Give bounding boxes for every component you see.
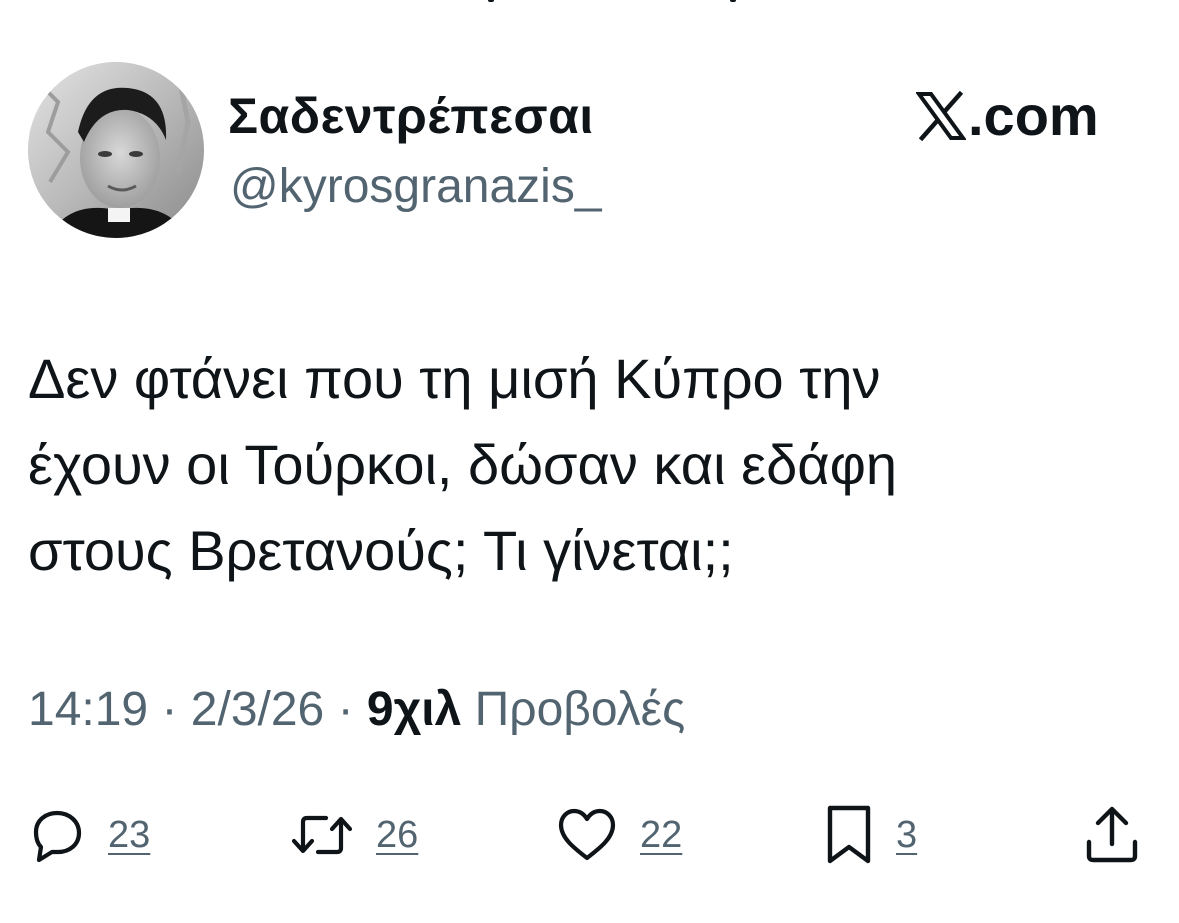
meta-separator: ·: [161, 683, 178, 736]
x-logo-icon: [916, 91, 966, 141]
tweet-text-line: έχουν οι Τούρκοι, δώσαν και εδάφη: [28, 433, 898, 496]
repost-button[interactable]: 26: [290, 800, 418, 870]
avatar-photo: [28, 62, 204, 238]
views-count: 9χιλ: [366, 683, 462, 736]
reply-count[interactable]: 23: [108, 814, 150, 857]
brand-label: .com: [916, 84, 1099, 148]
like-button[interactable]: 22: [556, 800, 682, 870]
tweet-meta: 14:19 · 2/3/26 · 9χιλ Προβολές: [28, 680, 685, 740]
bookmark-icon: [827, 805, 871, 864]
tweet-date[interactable]: 2/3/26: [191, 683, 324, 736]
display-name[interactable]: Σαδεντρέπεσαι: [228, 86, 594, 146]
share-button[interactable]: [1084, 800, 1140, 870]
brand-domain: .com: [968, 84, 1099, 147]
reply-button[interactable]: 23: [28, 800, 150, 870]
share-icon: [1086, 806, 1138, 863]
repost-count[interactable]: 26: [376, 814, 418, 857]
bookmark-count[interactable]: 3: [896, 814, 917, 857]
tweet-text: Δεν φτάνει που τη μισή Κύπρο την έχουν ο…: [28, 336, 1148, 594]
cropped-text-fragment: [440, 0, 760, 4]
user-handle[interactable]: @kyrosgranazis_: [230, 158, 602, 216]
heart-icon: [558, 808, 616, 861]
tweet-text-line: στους Βρετανούς; Τι γίνεται;;: [28, 519, 734, 582]
tweet-time[interactable]: 14:19: [28, 683, 148, 736]
meta-separator: ·: [337, 683, 354, 736]
like-count[interactable]: 22: [640, 814, 682, 857]
avatar[interactable]: [28, 62, 204, 238]
bookmark-button[interactable]: 3: [824, 800, 917, 870]
reply-icon: [33, 810, 82, 863]
repost-icon: [291, 815, 353, 855]
views-label: Προβολές: [474, 683, 686, 736]
action-bar: 23 26 22 3: [0, 800, 1179, 870]
tweet-text-line: Δεν φτάνει που τη μισή Κύπρο την: [28, 347, 881, 410]
